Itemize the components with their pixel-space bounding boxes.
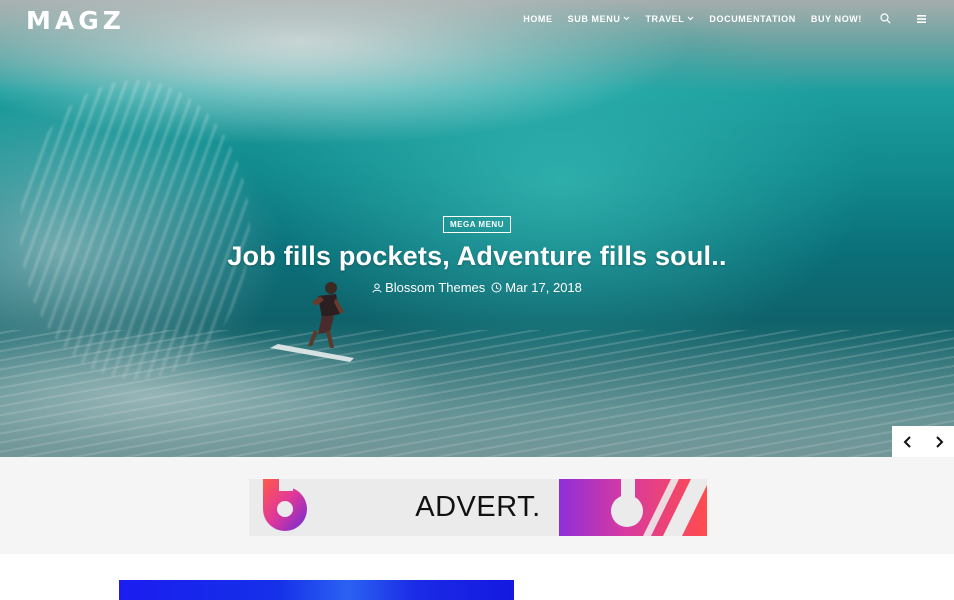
chevron-left-icon (903, 435, 911, 448)
post-thumbnail[interactable] (119, 580, 514, 600)
search-icon (880, 13, 891, 24)
hero-title[interactable]: Job fills pockets, Adventure fills soul.… (0, 241, 954, 272)
user-icon (372, 283, 382, 293)
nav-sub-menu[interactable]: SUB MENU (568, 14, 631, 24)
nav-label: BUY NOW! (810, 13, 862, 24)
nav-label: TRAVEL (645, 13, 685, 24)
advertisement-section: ADVERT. (0, 457, 954, 554)
category-badge[interactable]: MEGA MENU (443, 216, 511, 233)
nav-label: SUB MENU (567, 13, 621, 24)
chevron-right-icon (935, 435, 943, 448)
post-date[interactable]: Mar 17, 2018 (491, 280, 582, 295)
nav-travel[interactable]: TRAVEL (645, 14, 694, 24)
clock-icon (491, 282, 502, 293)
author-name: Blossom Themes (385, 280, 486, 295)
hero-slider: MEGA MENU Job fills pockets, Adventure f… (0, 0, 954, 457)
advert-banner[interactable]: ADVERT. (249, 479, 707, 536)
nav-label: HOME (523, 13, 553, 24)
slider-arrows (892, 426, 954, 457)
nav-buy-now[interactable]: BUY NOW! (811, 14, 862, 24)
main-navigation: HOME SUB MENU TRAVEL DOCUMENTATION BUY N… (508, 13, 926, 24)
hero-content: MEGA MENU Job fills pockets, Adventure f… (0, 214, 954, 295)
nav-label: DOCUMENTATION (709, 13, 796, 24)
chevron-down-icon (687, 16, 694, 21)
nav-home[interactable]: HOME (523, 14, 552, 24)
next-slide-button[interactable] (923, 426, 954, 457)
menu-toggle-button[interactable] (917, 14, 926, 23)
hamburger-menu-icon (917, 14, 926, 23)
site-logo[interactable]: MAGZ (26, 6, 125, 35)
advert-right-graphic (559, 479, 707, 536)
nav-documentation[interactable]: DOCUMENTATION (709, 14, 795, 24)
post-meta: Blossom Themes Mar 17, 2018 (0, 280, 954, 295)
post-author[interactable]: Blossom Themes (372, 280, 485, 295)
chevron-down-icon (624, 16, 630, 21)
prev-slide-button[interactable] (892, 426, 923, 457)
date-text: Mar 17, 2018 (505, 280, 582, 295)
search-button[interactable] (880, 13, 891, 24)
